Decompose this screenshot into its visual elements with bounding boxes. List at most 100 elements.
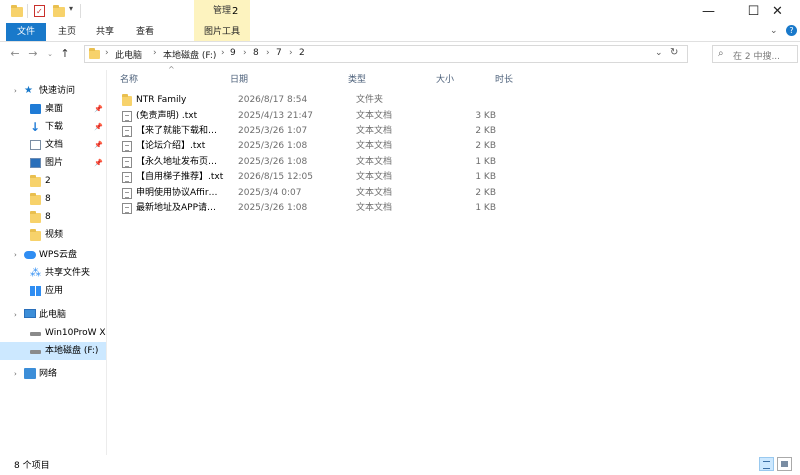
nav-quick-access[interactable]: › ★ 快速访问 [0, 82, 106, 100]
breadcrumb-separator: › [266, 48, 270, 58]
column-header-size[interactable]: 大小 [436, 72, 454, 85]
minimize-button[interactable]: — [686, 0, 731, 23]
nav-network[interactable]: › 网络 [0, 365, 106, 383]
breadcrumb-separator: › [243, 48, 247, 58]
navigation-bar: ← → ⌄ ↑ › 此电脑 › 本地磁盘 (F:) › 9 › 8 › 7 › … [0, 42, 800, 66]
text-file-icon [122, 188, 132, 199]
text-file-icon [122, 172, 132, 183]
search-icon: ⌕ [718, 48, 724, 59]
tab-home[interactable]: 主页 [50, 23, 84, 41]
file-date: 2025/4/13 21:47 [238, 111, 313, 121]
nav-desktop[interactable]: 桌面 📌 [0, 100, 106, 118]
back-arrow-icon[interactable]: ← [8, 47, 22, 61]
tab-view[interactable]: 查看 [128, 23, 162, 41]
file-date: 2025/3/4 0:07 [238, 188, 302, 198]
breadcrumb-local-disk[interactable]: 本地磁盘 (F:) [163, 48, 216, 61]
folder-icon [11, 5, 24, 17]
file-row[interactable]: 【来了就能下载和… 2025/3/26 1:07 文本文档 2 KB [118, 124, 608, 139]
file-row[interactable]: NTR Family 2026/8/17 8:54 文件夹 [118, 93, 608, 108]
download-icon: ↓ [30, 120, 41, 134]
large-icons-view-button[interactable] [777, 457, 792, 471]
breadcrumb-this-pc[interactable]: 此电脑 [115, 48, 142, 61]
nav-local-disk[interactable]: 本地磁盘 (F:) [0, 342, 106, 360]
pin-icon[interactable]: 📌 [94, 100, 103, 118]
ribbon-expand-icon[interactable]: ⌄ [770, 26, 778, 36]
column-header-name[interactable]: 名称 [120, 72, 138, 85]
nav-this-pc[interactable]: › 此电脑 [0, 306, 106, 324]
column-header-date[interactable]: 日期 [230, 72, 248, 85]
nav-videos[interactable]: 视频 [0, 226, 106, 244]
folder-icon [89, 48, 100, 59]
title-bar: ✓ ▾ 管理 2 — ☐ ✕ [0, 0, 800, 23]
folder-icon [30, 229, 41, 241]
quick-access-dropdown-icon[interactable]: ▾ [69, 4, 73, 13]
nav-wps-cloud[interactable]: › WPS云盘 [0, 246, 106, 264]
address-dropdown-icon[interactable]: ⌄ [655, 48, 663, 58]
details-view-button[interactable] [759, 457, 774, 471]
nav-downloads[interactable]: ↓ 下载 📌 [0, 118, 106, 136]
file-row[interactable]: 最新地址及APP请… 2025/3/26 1:08 文本文档 1 KB [118, 201, 608, 216]
vertical-scrollbar[interactable] [783, 70, 800, 455]
file-type: 文件夹 [356, 95, 384, 105]
forward-arrow-icon[interactable]: → [26, 47, 40, 61]
shared-folder-icon: ⁂ [30, 266, 41, 279]
nav-folder-8b[interactable]: 8 [0, 208, 106, 226]
help-icon[interactable]: ? [786, 25, 797, 36]
nav-apps[interactable]: 应用 [0, 282, 106, 300]
close-button[interactable]: ✕ [755, 0, 800, 23]
computer-icon [24, 309, 36, 318]
search-box[interactable]: ⌕ 在 2 中搜... [712, 45, 798, 63]
nav-label: WPS云盘 [39, 250, 78, 260]
breadcrumb-9[interactable]: 9 [230, 48, 236, 58]
nav-label: 桌面 [45, 104, 64, 114]
file-row[interactable]: 【自用梯子推荐】.txt 2026/8/15 12:05 文本文档 1 KB [118, 170, 608, 185]
file-name: 【永久地址发布页… [136, 157, 218, 167]
properties-icon[interactable]: ✓ [34, 5, 47, 17]
file-type: 文本文档 [356, 126, 393, 136]
window-title: 2 [232, 6, 239, 17]
new-folder-icon[interactable] [53, 5, 66, 17]
pin-icon[interactable]: 📌 [94, 118, 103, 136]
column-header-duration[interactable]: 时长 [495, 72, 513, 85]
nav-label: Win10ProW X [45, 328, 106, 338]
breadcrumb-2[interactable]: 2 [299, 48, 305, 58]
breadcrumb-7[interactable]: 7 [276, 48, 282, 58]
file-name: NTR Family [136, 95, 187, 105]
pin-icon[interactable]: 📌 [94, 154, 103, 172]
cloud-icon [24, 251, 36, 259]
file-row[interactable]: 【论坛介绍】.txt 2025/3/26 1:08 文本文档 2 KB [118, 139, 608, 154]
file-row[interactable]: (免责声明) .txt 2025/4/13 21:47 文本文档 3 KB [118, 109, 608, 124]
nav-pictures[interactable]: 图片 📌 [0, 154, 106, 172]
file-size: 1 KB [475, 172, 496, 182]
document-icon [30, 140, 41, 150]
pin-icon[interactable]: 📌 [94, 136, 103, 154]
nav-shared-folder[interactable]: ⁂ 共享文件夹 [0, 264, 106, 282]
network-icon [24, 368, 36, 379]
tab-file[interactable]: 文件 [6, 23, 46, 41]
nav-folder-8[interactable]: 8 [0, 190, 106, 208]
file-type: 文本文档 [356, 172, 393, 182]
nav-folder-2[interactable]: 2 [0, 172, 106, 190]
nav-documents[interactable]: 文档 📌 [0, 136, 106, 154]
tab-picture-tools[interactable]: 图片工具 [194, 23, 250, 41]
up-arrow-icon[interactable]: ↑ [58, 47, 72, 61]
nav-label: 8 [45, 194, 51, 204]
tab-share[interactable]: 共享 [88, 23, 122, 41]
file-size: 2 KB [475, 188, 496, 198]
file-row[interactable]: 【永久地址发布页… 2025/3/26 1:08 文本文档 1 KB [118, 155, 608, 170]
nav-label: 8 [45, 212, 51, 222]
nav-label: 视频 [45, 230, 64, 240]
file-type: 文本文档 [356, 141, 393, 151]
column-header-type[interactable]: 类型 [348, 72, 366, 85]
file-row[interactable]: 申明使用协议Affir… 2025/3/4 0:07 文本文档 2 KB [118, 186, 608, 201]
drive-icon [30, 350, 41, 354]
address-bar[interactable]: › 此电脑 › 本地磁盘 (F:) › 9 › 8 › 7 › 2 ⌄ ↻ [84, 45, 688, 63]
refresh-icon[interactable]: ↻ [670, 47, 678, 58]
file-date: 2025/3/26 1:08 [238, 203, 308, 213]
nav-label: 2 [45, 176, 51, 186]
breadcrumb-8[interactable]: 8 [253, 48, 259, 58]
status-bar: 8 个项目 [0, 455, 800, 475]
chevron-right-icon: › [14, 251, 17, 259]
recent-locations-icon[interactable]: ⌄ [43, 47, 57, 61]
nav-drive-win10[interactable]: Win10ProW X [0, 324, 106, 342]
